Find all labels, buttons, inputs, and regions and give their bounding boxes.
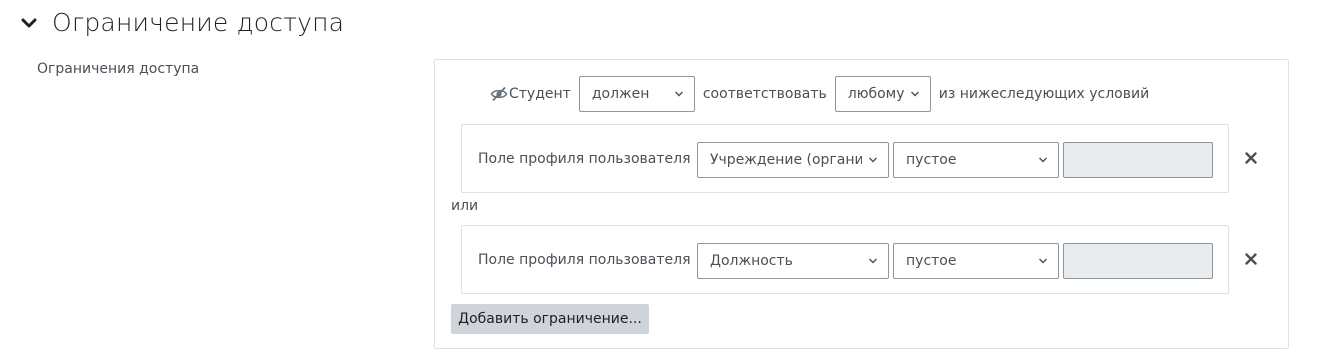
operator-select[interactable]: пустое [893,243,1059,279]
section-toggle[interactable]: Ограничение доступа [20,8,344,37]
section-title: Ограничение доступа [52,8,345,37]
must-select-value: должен [591,86,650,102]
eye-slash-icon[interactable] [490,85,508,103]
chevron-down-icon [1039,258,1047,264]
profile-field-value: Учреждение (организ [710,152,862,168]
match-label: соответствовать [702,86,827,102]
chevron-down-icon [21,18,37,27]
profile-field-value: Должность [710,253,793,269]
operator-value: пустое [906,253,957,269]
chevron-down-icon [869,157,877,163]
root-condition-row: Студент должен соответствовать любому из… [490,76,1157,112]
field-label: Ограничения доступа [37,61,200,77]
chevron-down-icon [674,91,683,97]
operator-value: пустое [906,152,957,168]
chevron-down-icon [1039,157,1047,163]
profile-field-select[interactable]: Должность [697,243,889,279]
suffix-label: из нижеследующих условий [938,86,1150,102]
condition-label: Поле профиля пользователя [478,151,691,167]
type-select[interactable]: любому [834,76,931,112]
connector-label: или [451,198,479,214]
operator-select[interactable]: пустое [893,142,1059,178]
value-input[interactable] [1063,142,1213,178]
chevron-down-icon [910,91,919,97]
add-restriction-button[interactable]: Добавить ограничение... [451,304,649,334]
condition-label: Поле профиля пользователя [478,252,691,268]
subject-label: Студент [509,86,571,102]
type-select-value: любому [847,86,904,102]
value-input[interactable] [1063,243,1213,279]
chevron-down-icon [869,258,877,264]
profile-field-select[interactable]: Учреждение (организ [697,142,889,178]
close-icon[interactable] [1245,152,1257,164]
must-select[interactable]: должен [578,76,695,112]
close-icon[interactable] [1245,253,1257,265]
